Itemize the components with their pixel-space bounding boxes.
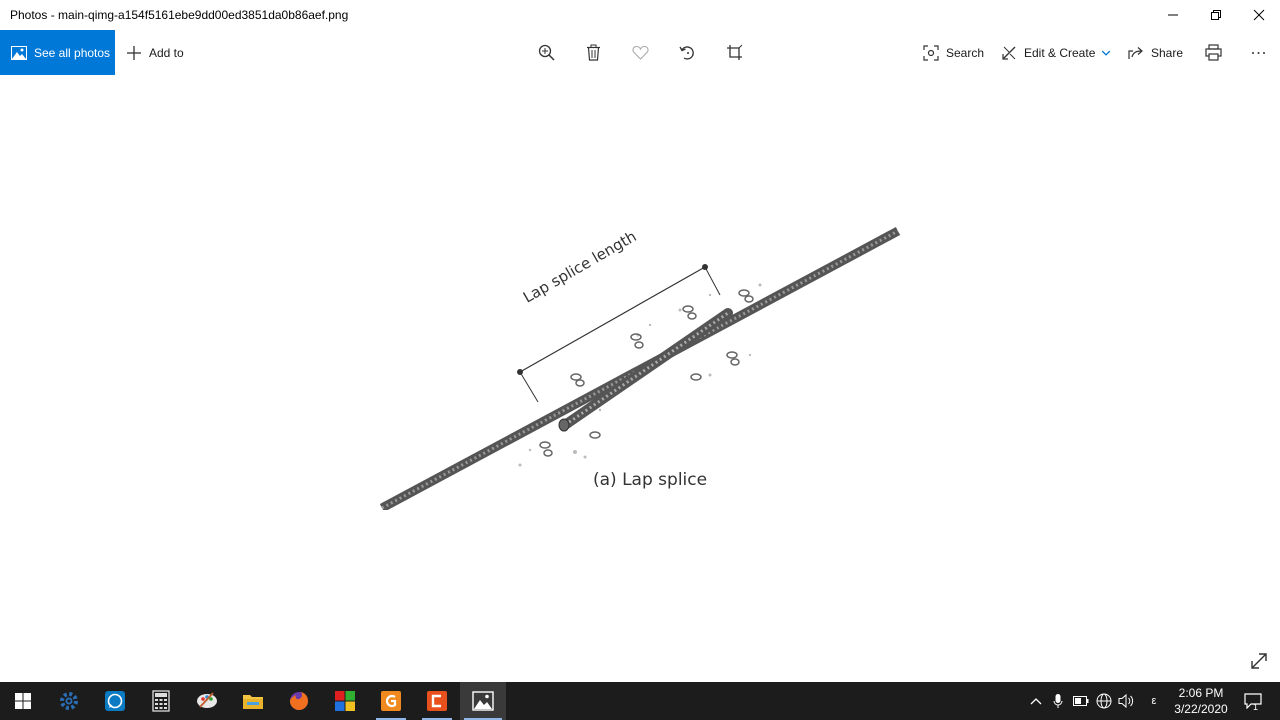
figure-caption: (a) Lap splice [593,470,708,490]
window-title: Photos - main-qimg-a154f5161ebe9dd00ed38… [10,8,349,22]
photo-icon [11,45,27,60]
edit-create-button[interactable]: Edit & Create [1001,30,1111,75]
microphone-icon [1053,694,1063,708]
taskbar-app-g[interactable] [368,682,414,720]
share-label: Share [1151,45,1184,60]
taskbar-file-explorer[interactable] [230,682,276,720]
globe-icon [1096,693,1112,709]
chevron-up-icon [1030,698,1042,705]
whatsapp-icon [105,691,125,711]
close-button[interactable] [1236,0,1280,30]
more-icon [1251,52,1265,54]
taskbar-whatsapp[interactable] [92,682,138,720]
restore-button[interactable] [1193,0,1239,30]
volume-button[interactable] [1116,682,1138,720]
close-icon [1253,9,1265,21]
delete-icon [586,44,600,61]
zoom-button[interactable] [523,30,569,75]
search-icon [923,44,939,61]
taskbar-firefox[interactable] [276,682,322,720]
notification-count: 1 [1253,702,1259,712]
taskbar-app-c[interactable] [414,682,460,720]
battery-button[interactable] [1071,682,1091,720]
minimize-button[interactable] [1150,0,1196,30]
photos-app: Photos - main-qimg-a154f5161ebe9dd00ed38… [0,0,1280,720]
microphone-button[interactable] [1049,682,1067,720]
calculator-icon [152,690,170,712]
show-hidden-icons-button[interactable] [1026,682,1046,720]
lap-splice-illustration [379,227,901,512]
settings-icon [60,692,78,710]
taskbar-store[interactable] [322,682,368,720]
firefox-icon [290,692,308,710]
favorite-button[interactable] [617,30,663,75]
more-button[interactable] [1235,30,1280,75]
action-center-button[interactable]: 1 [1238,682,1268,720]
clock[interactable]: 2:06 PM 3/22/2020 [1168,685,1234,717]
crop-button[interactable] [711,30,757,75]
network-button[interactable] [1094,682,1114,720]
taskbar: ε 2:06 PM 3/22/2020 1 [0,682,1280,720]
taskbar-photos[interactable] [460,682,506,720]
zoom-icon [538,44,555,61]
minimize-icon [1168,14,1178,16]
app-c-icon [427,691,447,711]
clock-date: 3/22/2020 [1174,702,1228,716]
speaker-icon [1118,693,1134,709]
expand-icon [1251,653,1267,669]
input-language-button[interactable]: ε [1144,682,1164,720]
taskbar-settings[interactable] [46,682,92,720]
taskbar-paint[interactable] [184,682,230,720]
print-button[interactable] [1190,30,1236,75]
crop-icon [726,44,742,60]
rotate-icon [678,46,694,60]
add-to-label: Add to [149,45,184,60]
rotate-button[interactable] [664,30,710,75]
title-bar: Photos - main-qimg-a154f5161ebe9dd00ed38… [0,0,1280,30]
folder-icon [243,695,263,709]
clock-time: 2:06 PM [1178,686,1224,700]
input-language-indicator: ε [1151,695,1157,707]
taskbar-calculator[interactable] [138,682,184,720]
command-bar: See all photos Add to Search Edit & Crea… [0,30,1280,75]
battery-icon [1073,696,1089,706]
share-icon [1128,46,1143,59]
print-icon [1204,44,1222,61]
chevron-down-icon [1102,50,1111,56]
search-label: Search [946,45,985,60]
favorite-icon [631,45,649,60]
store-icon [335,691,355,711]
lap-splice-figure: Lap splice length (a) Lap splice [379,225,901,512]
restore-icon [1211,10,1221,20]
edit-create-icon [1002,46,1016,60]
edit-create-label: Edit & Create [1024,45,1096,60]
add-to-button[interactable]: Add to [126,30,184,75]
app-g-icon [381,691,401,711]
photos-icon [472,691,494,711]
paint-icon [197,692,217,708]
see-all-photos-label: See all photos [34,45,111,60]
windows-icon [15,693,31,709]
plus-icon [127,45,141,60]
image-viewer[interactable]: Lap splice length (a) Lap splice [0,75,1280,682]
start-button[interactable] [0,682,46,720]
search-button[interactable]: Search [923,30,984,75]
delete-button[interactable] [570,30,616,75]
see-all-photos-button[interactable]: See all photos [0,30,115,75]
share-button[interactable]: Share [1128,30,1183,75]
fullscreen-button[interactable] [1248,650,1270,672]
